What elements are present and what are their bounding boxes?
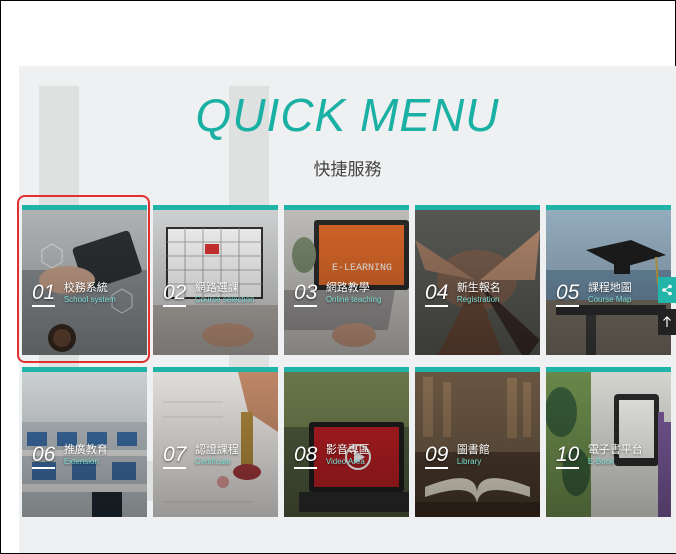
tile-number: 10 — [556, 444, 580, 469]
share-button[interactable] — [658, 277, 676, 303]
tile-subtitle: Video Area — [325, 457, 365, 466]
tile-title: 校務系統 — [63, 282, 108, 294]
tile-title: 認證課程 — [194, 444, 239, 456]
quick-tile-course-map[interactable]: 05 課程地圖 Course Map — [546, 205, 671, 355]
quick-tile-course-selection[interactable]: 02 網路選課 Course selection — [153, 205, 278, 355]
quick-tile-extension[interactable]: 06 推廣教育 Extension — [22, 367, 147, 517]
tile-number: 07 — [163, 444, 187, 469]
tile-title: 影音專區 — [325, 444, 370, 456]
tile-subtitle: Online teaching — [325, 295, 382, 304]
tile-label: 02 網路選課 Course selection — [163, 282, 254, 307]
tile-number: 02 — [163, 282, 187, 307]
quick-tile-online-teaching[interactable]: E-LEARNING 03 網路教學Online teaching — [284, 205, 409, 355]
tile-title: 新生報名 — [456, 282, 501, 294]
tile-title: 課程地圖 — [587, 282, 632, 294]
tile-label: 03 網路教學 Online teaching — [294, 282, 381, 307]
tile-subtitle: Certificate — [194, 457, 231, 466]
quick-tile-school-system[interactable]: 01 校務系統 School system — [22, 205, 147, 355]
page-subtitle: 快捷服務 — [313, 160, 382, 179]
tile-number: 03 — [294, 282, 318, 307]
back-to-top-button[interactable] — [658, 309, 676, 335]
tile-label: 08 影音專區 Video Area — [294, 444, 370, 469]
tile-title: 圖書館 — [456, 444, 490, 456]
tile-number: 01 — [32, 282, 56, 307]
tile-number: 09 — [425, 444, 449, 469]
tile-number: 05 — [556, 282, 580, 307]
tile-subtitle: E-Book — [587, 457, 615, 466]
arrow-up-icon — [663, 316, 671, 327]
tile-title: 推廣教育 — [63, 444, 108, 456]
tile-label: 05 課程地圖 Course Map — [556, 282, 632, 307]
tile-label: 10 電子書平台 E-Book — [556, 444, 643, 469]
tile-subtitle: Course Map — [587, 295, 632, 304]
tile-subtitle: Extension — [63, 457, 99, 466]
tile-subtitle: Registration — [456, 295, 500, 304]
page-title: QUICK MENU — [195, 89, 500, 141]
tile-label: 07 認證課程 Certificate — [163, 444, 239, 469]
quick-tile-certificate[interactable]: 07 認證課程 Certificate — [153, 367, 278, 517]
tile-label: 06 推廣教育 Extension — [32, 444, 108, 469]
tile-number: 04 — [425, 282, 449, 307]
tile-number: 06 — [32, 444, 56, 469]
tile-title: 網路教學 — [325, 282, 370, 294]
tile-label: 04 新生報名 Registration — [425, 282, 501, 307]
share-icon — [662, 284, 672, 296]
tile-title: 電子書平台 — [587, 444, 643, 456]
tile-subtitle: Library — [456, 457, 482, 466]
tile-label: 09 圖書館 Library — [425, 444, 490, 469]
tile-title: 網路選課 — [194, 282, 239, 294]
tile-label: 01 校務系統 School system — [32, 282, 116, 307]
quick-tile-library[interactable]: 09 圖書館 Library — [415, 367, 540, 517]
tile-subtitle: Course selection — [194, 295, 255, 304]
quick-tile-ebook[interactable]: 10 電子書平台 E-Book — [546, 367, 671, 517]
tile-subtitle: School system — [63, 295, 116, 304]
browser-frame: QUICK MENU 快捷服務 01 校務系統 School system 02… — [0, 0, 676, 554]
quick-tile-registration[interactable]: 04 新生報名 Registration — [415, 205, 540, 355]
tile-number: 08 — [294, 444, 318, 469]
quick-tile-video-area[interactable]: 08 影音專區 Video Area — [284, 367, 409, 517]
